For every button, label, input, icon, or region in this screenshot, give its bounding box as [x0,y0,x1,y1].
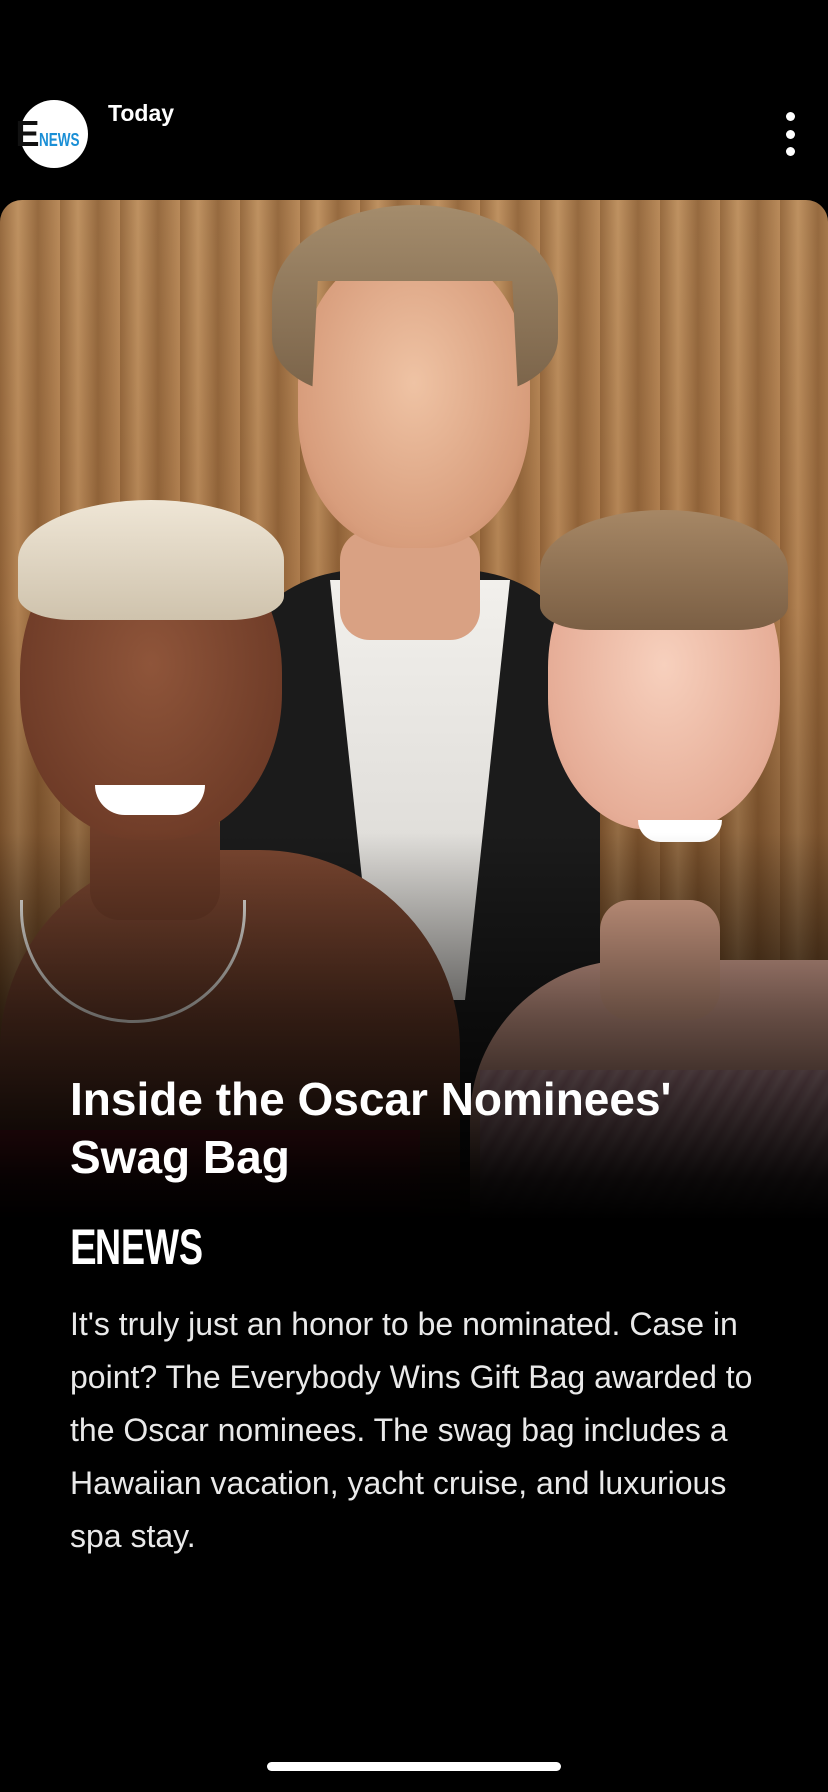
story-timestamp: Today [108,100,175,126]
home-indicator[interactable] [267,1762,561,1771]
story-card[interactable] [0,200,828,1220]
e-news-logo: E NEWS [15,113,80,154]
publisher-avatar[interactable]: E NEWS [16,100,88,168]
more-options-button[interactable] [774,112,806,156]
story-headline: Inside the Oscar Nominees' Swag Bag [70,1073,672,1183]
story-body-text: It's truly just an honor to be nominated… [70,1306,753,1554]
more-vertical-icon [785,112,795,121]
e-news-brand-logo: E NEWS [70,1219,204,1275]
